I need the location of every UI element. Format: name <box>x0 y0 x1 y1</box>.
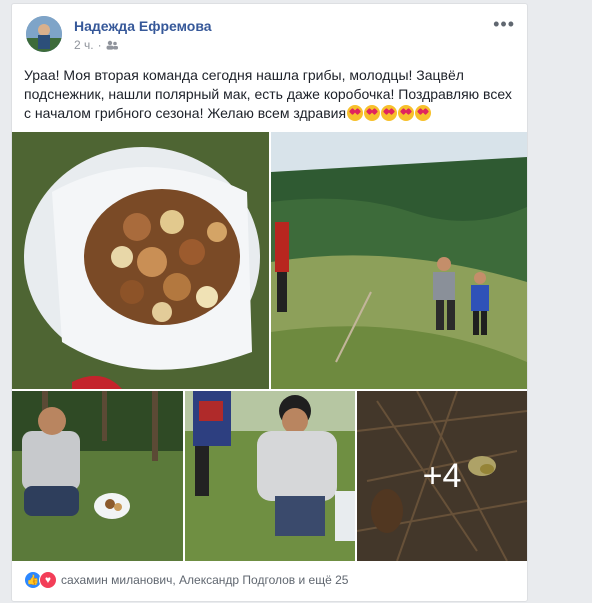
heart-eyes-emoji-icon <box>381 105 398 121</box>
heart-eyes-emoji-icon <box>415 105 432 121</box>
heart-eyes-emoji-icon <box>398 105 415 121</box>
author-avatar[interactable] <box>26 16 62 52</box>
post-meta: 2 ч. · <box>74 38 118 52</box>
photo-hillside-team[interactable] <box>271 132 527 389</box>
reactions-summary[interactable]: сахамин миланович, Александр Подголов и … <box>61 573 348 587</box>
photo-boys-picking[interactable] <box>185 391 355 561</box>
reactions-bar[interactable]: 👍 ♥ сахамин миланович, Александр Подголо… <box>24 570 348 590</box>
heart-eyes-emoji-icon <box>347 105 364 121</box>
photo-boy-with-mushrooms[interactable] <box>12 391 183 561</box>
more-photos-count[interactable]: +4 <box>357 391 527 561</box>
photo-mushroom-bag[interactable] <box>12 132 269 389</box>
post-text-content: Ураа! Моя вторая команда сегодня нашла г… <box>24 67 512 121</box>
author-name[interactable]: Надежда Ефремова <box>74 18 212 34</box>
love-icon: ♥ <box>39 571 57 589</box>
post-time[interactable]: 2 ч. <box>74 38 94 52</box>
photo-snowdrop-more[interactable]: +4 <box>357 391 527 561</box>
post-text: Ураа! Моя вторая команда сегодня нашла г… <box>24 66 514 123</box>
friends-icon <box>106 40 118 50</box>
more-options-icon[interactable]: ••• <box>493 14 515 35</box>
heart-eyes-emoji-icon <box>364 105 381 121</box>
post-card: Надежда Ефремова 2 ч. · ••• Ураа! Моя вт… <box>11 3 528 602</box>
